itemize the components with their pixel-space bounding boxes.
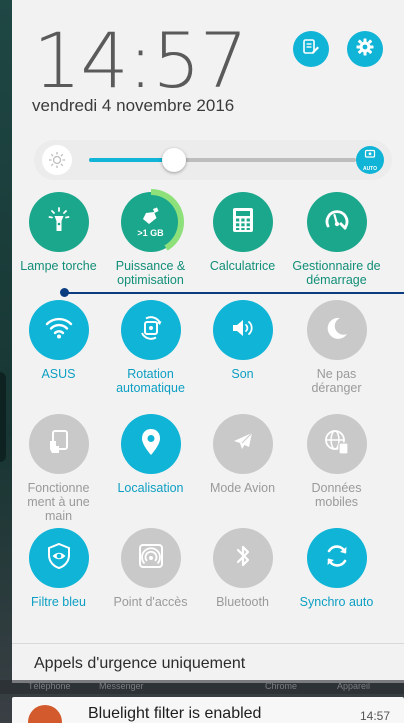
tile-sound-label: Son	[231, 367, 254, 381]
eye-shield-icon	[46, 542, 72, 575]
notification-card[interactable]: Bluelight filter is enabled 14:57	[12, 697, 404, 723]
hotspot-icon	[138, 543, 164, 574]
settings-button[interactable]	[347, 31, 383, 67]
dock-label-phone: Téléphone	[28, 681, 71, 691]
pointer-guide-dot	[60, 288, 69, 297]
tile-one-hand-mode-button[interactable]	[28, 414, 89, 474]
airplane-icon	[229, 428, 257, 461]
broom-icon: >1 GB	[137, 207, 165, 238]
tile-bluetooth-label: Bluetooth	[216, 595, 269, 609]
tile-calculator-label: Calculatrice	[209, 259, 276, 273]
notification-app-icon	[28, 705, 62, 723]
tile-bluetooth[interactable]: Bluetooth	[196, 528, 289, 609]
tile-hotspot-button[interactable]	[120, 528, 181, 588]
tile-do-not-disturb[interactable]: Ne pas déranger	[290, 300, 383, 395]
tile-wifi[interactable]: ASUS	[12, 300, 105, 381]
auto-brightness-button[interactable]: AUTO	[356, 146, 384, 174]
tile-do-not-disturb-label: Ne pas déranger	[311, 367, 362, 395]
app-dock-labels: Téléphone Messenger Chrome Appareil	[0, 680, 404, 694]
brightness-control: AUTO	[34, 140, 392, 180]
tile-power-optimization[interactable]: >1 GB Puissance & optimisation	[104, 189, 197, 287]
tile-blue-filter-button[interactable]	[28, 528, 89, 588]
notification-title: Bluelight filter is enabled	[88, 705, 262, 722]
tile-bluetooth-button[interactable]	[212, 528, 273, 588]
tile-location-button[interactable]	[120, 414, 181, 474]
emergency-calls-bar: Appels d'urgence uniquement	[12, 643, 404, 683]
tile-wifi-label: ASUS	[41, 367, 76, 381]
tile-blue-filter[interactable]: Filtre bleu	[12, 528, 105, 609]
edge-handle[interactable]	[0, 372, 6, 462]
tile-airplane-mode-label: Mode Avion	[209, 481, 276, 495]
clock-date: vendredi 4 novembre 2016	[32, 96, 235, 115]
auto-brightness-label: AUTO	[362, 166, 378, 172]
dock-label-camera: Appareil	[337, 681, 371, 691]
location-pin-icon	[140, 428, 162, 461]
tile-sound[interactable]: Son	[196, 300, 289, 381]
tile-flashlight[interactable]: Lampe torche	[12, 192, 105, 273]
tile-power-optimization-label: Puissance & optimisation	[115, 259, 186, 287]
volume-icon	[230, 316, 256, 345]
tile-auto-rotate-label: Rotation automatique	[116, 367, 185, 395]
tile-one-hand-mode-label: Fonctionne ment à une main	[27, 481, 90, 523]
dock-label-chrome: Chrome	[265, 681, 298, 691]
tile-power-optimization-button[interactable]: >1 GB	[117, 189, 184, 255]
pointer-guide-line	[64, 292, 404, 294]
tile-wifi-button[interactable]	[28, 300, 89, 360]
tile-auto-sync-button[interactable]	[306, 528, 367, 588]
tile-calculator[interactable]: Calculatrice	[196, 192, 289, 273]
tile-airplane-mode-button[interactable]	[212, 414, 273, 474]
tile-startup-manager[interactable]: Gestionnaire de démarrage	[290, 192, 383, 287]
tile-flashlight-button[interactable]	[28, 192, 89, 252]
tile-auto-rotate[interactable]: Rotation automatique	[104, 300, 197, 395]
wifi-icon	[45, 316, 73, 345]
dock-label-messenger: Messenger	[99, 681, 144, 691]
tile-airplane-mode[interactable]: Mode Avion	[196, 414, 289, 495]
memory-badge: >1 GB	[137, 227, 164, 238]
gear-icon	[355, 37, 375, 62]
tile-sound-button[interactable]	[212, 300, 273, 360]
tile-location-label: Localisation	[117, 481, 184, 495]
tile-auto-rotate-button[interactable]	[120, 300, 181, 360]
tile-hotspot-label: Point d'accès	[113, 595, 188, 609]
clock-time: 14:57	[33, 16, 248, 105]
auto-brightness-icon: AUTO	[362, 148, 378, 172]
notification-time: 14:57	[359, 709, 390, 723]
brightness-slider-thumb[interactable]	[162, 148, 187, 172]
tile-startup-manager-label: Gestionnaire de démarrage	[292, 259, 381, 287]
flashlight-icon	[44, 205, 74, 240]
brightness-slider[interactable]	[89, 158, 356, 162]
tile-do-not-disturb-button[interactable]	[306, 300, 367, 360]
bluetooth-icon	[232, 542, 254, 575]
one-hand-icon	[47, 429, 71, 460]
tile-hotspot[interactable]: Point d'accès	[104, 528, 197, 609]
tile-auto-sync-label: Synchro auto	[299, 595, 374, 609]
tile-startup-manager-button[interactable]	[306, 192, 367, 252]
tile-mobile-data[interactable]: Données mobiles	[290, 414, 383, 509]
rotate-icon	[138, 315, 164, 346]
edit-quick-settings-button[interactable]	[293, 31, 329, 67]
tile-mobile-data-label: Données mobiles	[311, 481, 362, 509]
tile-blue-filter-label: Filtre bleu	[31, 595, 86, 609]
calculator-icon	[232, 207, 254, 238]
gauge-wrench-icon	[323, 207, 351, 238]
emergency-calls-text: Appels d'urgence uniquement	[34, 655, 246, 672]
edit-list-icon	[302, 38, 320, 61]
brightness-icon	[42, 145, 72, 175]
sync-icon	[323, 542, 351, 575]
tile-calculator-button[interactable]	[212, 192, 273, 252]
moon-icon	[324, 315, 350, 346]
tile-mobile-data-button[interactable]	[306, 414, 367, 474]
tile-auto-sync[interactable]: Synchro auto	[290, 528, 383, 609]
tile-flashlight-label: Lampe torche	[20, 259, 97, 273]
tile-one-hand-mode[interactable]: Fonctionne ment à une main	[12, 414, 105, 523]
globe-icon	[323, 428, 351, 461]
tile-location[interactable]: Localisation	[104, 414, 197, 495]
